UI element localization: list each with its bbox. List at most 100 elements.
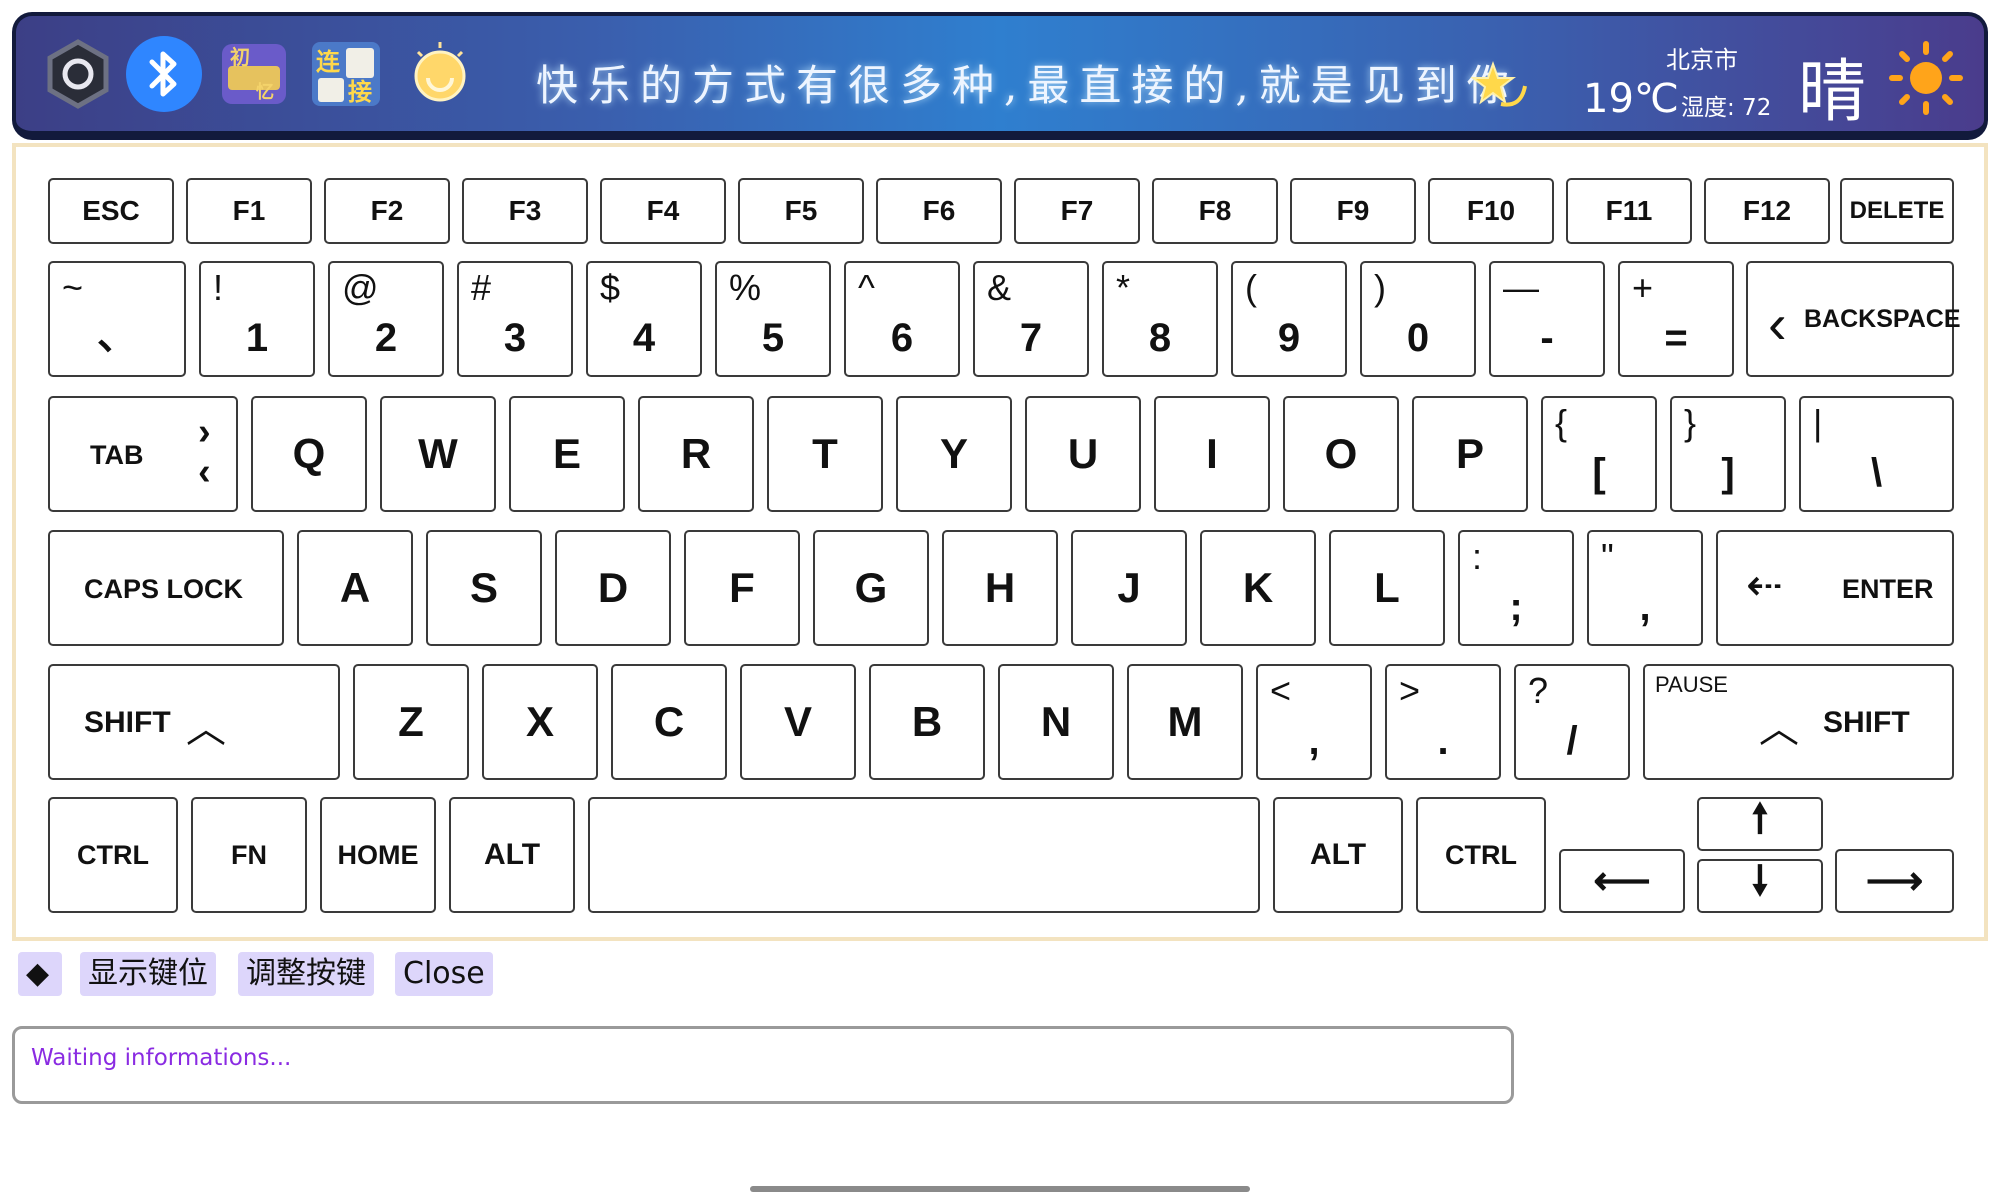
key-label: F6	[922, 195, 956, 226]
lightbulb-icon[interactable]	[402, 36, 478, 112]
key-4[interactable]: $4	[586, 261, 702, 377]
key-backtick[interactable]: ~、	[48, 261, 186, 377]
key-8[interactable]: * 8	[1102, 261, 1218, 377]
key-f[interactable]: F	[684, 530, 800, 646]
key-u[interactable]: U	[1025, 396, 1141, 512]
key-right-alt[interactable]: ALT	[1273, 797, 1403, 913]
key-f12[interactable]: F12	[1704, 178, 1830, 244]
key-5[interactable]: % 5	[715, 261, 831, 377]
key-y[interactable]: Y	[896, 396, 1012, 512]
svg-text:忆: 忆	[256, 81, 274, 103]
key-f2[interactable]: F2	[324, 178, 450, 244]
key-j[interactable]: J	[1071, 530, 1187, 646]
key-backspace[interactable]: ‹ BACKSPACE	[1746, 261, 1961, 377]
key-7[interactable]: & 7	[973, 261, 1089, 377]
key-f9[interactable]: F9	[1290, 178, 1416, 244]
key-arrow-right[interactable]: ⟶	[1835, 849, 1954, 913]
key-f10[interactable]: F10	[1428, 178, 1554, 244]
toggle-diamond-button[interactable]: ◆	[18, 952, 62, 996]
home-indicator[interactable]	[750, 1186, 1250, 1192]
key-minus[interactable]: — -	[1489, 261, 1605, 377]
key-a[interactable]: A	[297, 530, 413, 646]
key-x[interactable]: X	[482, 664, 598, 780]
key-left-shift[interactable]: SHIFT ︿	[48, 664, 340, 780]
key-main-label: 8	[1148, 316, 1172, 360]
key-quote[interactable]: ",	[1587, 530, 1703, 646]
key-esc[interactable]: ESC	[48, 178, 174, 244]
key-home[interactable]: HOME	[320, 797, 436, 913]
key-m[interactable]: M	[1127, 664, 1243, 780]
key-fn[interactable]: FN	[191, 797, 307, 913]
bluetooth-icon[interactable]	[126, 36, 202, 112]
key-2[interactable]: @2	[328, 261, 444, 377]
key-v[interactable]: V	[740, 664, 856, 780]
key-arrow-up[interactable]: 🠕	[1697, 797, 1823, 851]
key-slash[interactable]: ? /	[1514, 664, 1630, 780]
key-0[interactable]: ) 0	[1360, 261, 1476, 377]
key-left-alt[interactable]: ALT	[449, 797, 575, 913]
chuxinji-sticker-icon[interactable]: 初 忆	[216, 36, 292, 112]
key-main-label: 1	[245, 316, 269, 360]
key-o[interactable]: O	[1283, 396, 1399, 512]
key-6[interactable]: ^ 6	[844, 261, 960, 377]
key-arrow-down[interactable]: 🠗	[1697, 859, 1823, 913]
key-enter[interactable]: ⇠ ENTER	[1716, 530, 1954, 646]
key-h[interactable]: H	[942, 530, 1058, 646]
show-keys-button[interactable]: 显示键位	[80, 952, 216, 996]
key-s[interactable]: S	[426, 530, 542, 646]
key-l[interactable]: L	[1329, 530, 1445, 646]
key-backslash[interactable]: | \	[1799, 396, 1954, 512]
key-w[interactable]: W	[380, 396, 496, 512]
adjust-keys-button[interactable]: 调整按键	[238, 952, 374, 996]
key-d[interactable]: D	[555, 530, 671, 646]
key-label: ENTER	[1842, 574, 1934, 604]
key-b[interactable]: B	[869, 664, 985, 780]
key-label: B	[911, 698, 943, 745]
key-g[interactable]: G	[813, 530, 929, 646]
key-delete[interactable]: DELETE	[1840, 178, 1954, 244]
key-q[interactable]: Q	[251, 396, 367, 512]
key-right-shift[interactable]: PAUSE ︿ SHIFT	[1643, 664, 1954, 780]
key-9[interactable]: (9	[1231, 261, 1347, 377]
key-open-bracket[interactable]: {[	[1541, 396, 1657, 512]
key-n[interactable]: N	[998, 664, 1114, 780]
key-f8[interactable]: F8	[1152, 178, 1278, 244]
key-k[interactable]: K	[1200, 530, 1316, 646]
key-label: O	[1324, 430, 1358, 477]
key-f6[interactable]: F6	[876, 178, 1002, 244]
key-f3[interactable]: F3	[462, 178, 588, 244]
key-f11[interactable]: F11	[1566, 178, 1692, 244]
key-f7[interactable]: F7	[1014, 178, 1140, 244]
hexagon-app-icon[interactable]	[40, 36, 116, 112]
key-f5[interactable]: F5	[738, 178, 864, 244]
key-equals[interactable]: + =	[1618, 261, 1734, 377]
key-caps-lock[interactable]: CAPS LOCK	[48, 530, 284, 646]
key-f4[interactable]: F4	[600, 178, 726, 244]
key-p[interactable]: P	[1412, 396, 1528, 512]
key-shift-label: %	[729, 267, 762, 308]
key-3[interactable]: #3	[457, 261, 573, 377]
key-label: F2	[370, 195, 404, 226]
key-comma[interactable]: <,	[1256, 664, 1372, 780]
key-r[interactable]: R	[638, 396, 754, 512]
key-close-bracket[interactable]: }]	[1670, 396, 1786, 512]
shift-caret-icon: ︿	[1759, 707, 1799, 751]
weather-condition: 晴	[1798, 53, 1867, 132]
key-semicolon[interactable]: :;	[1458, 530, 1574, 646]
key-t[interactable]: T	[767, 396, 883, 512]
key-arrow-left[interactable]: ⟵	[1559, 849, 1685, 913]
lianjie-sticker-icon[interactable]: 连 接	[308, 36, 384, 112]
key-f1[interactable]: F1	[186, 178, 312, 244]
key-period[interactable]: >.	[1385, 664, 1501, 780]
key-right-ctrl[interactable]: CTRL	[1416, 797, 1546, 913]
key-z[interactable]: Z	[353, 664, 469, 780]
close-button[interactable]: Close	[395, 952, 493, 996]
key-label: SHIFT	[1823, 706, 1910, 739]
key-space[interactable]	[588, 797, 1260, 913]
key-1[interactable]: ! 1	[199, 261, 315, 377]
key-left-ctrl[interactable]: CTRL	[48, 797, 178, 913]
key-tab[interactable]: TAB › ‹	[48, 396, 238, 512]
key-c[interactable]: C	[611, 664, 727, 780]
key-e[interactable]: E	[509, 396, 625, 512]
key-i[interactable]: I	[1154, 396, 1270, 512]
